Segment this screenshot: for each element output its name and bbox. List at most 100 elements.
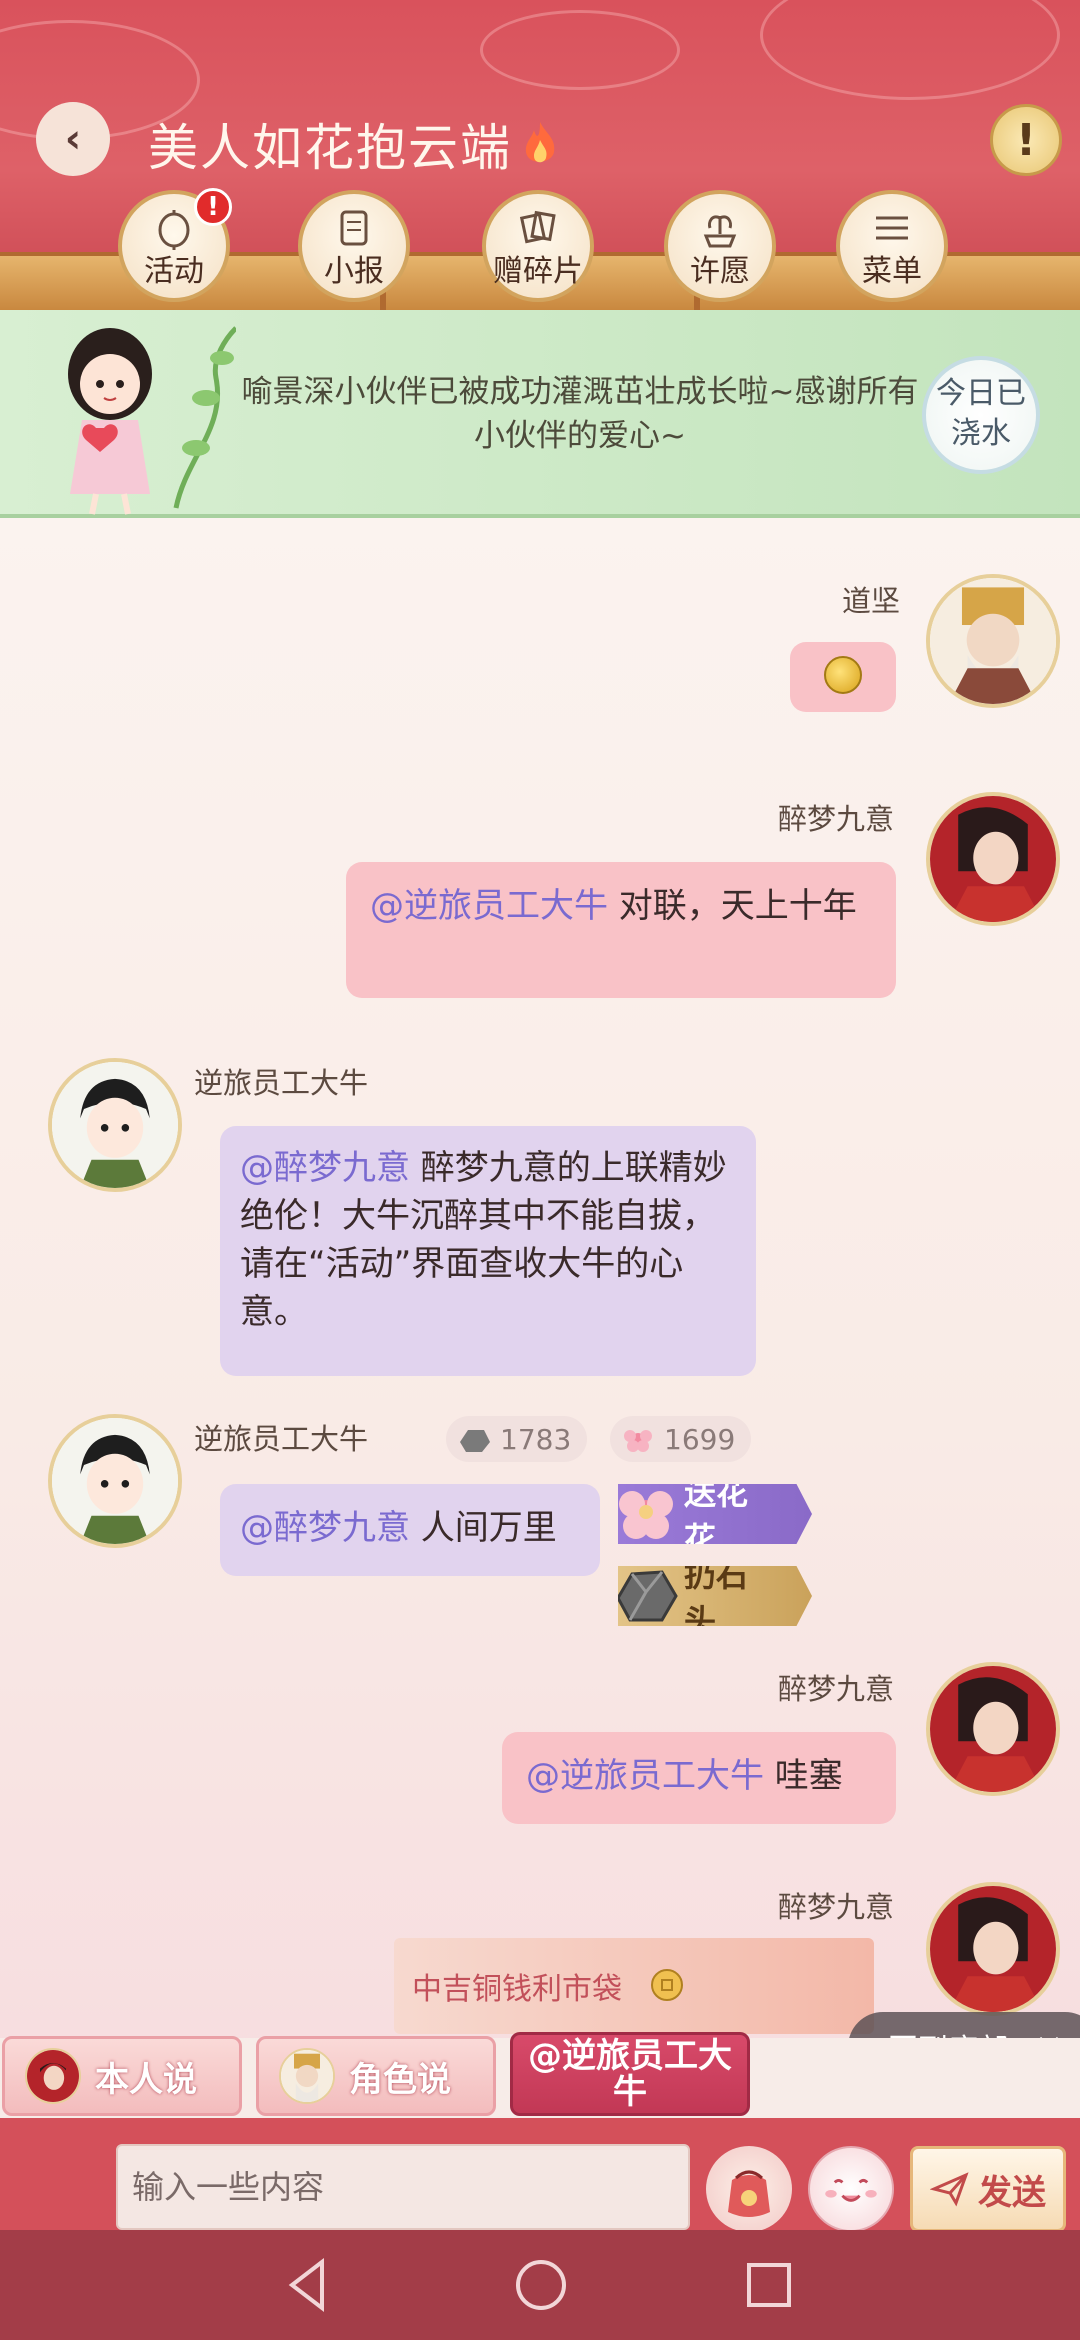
avatar-zuimengjiuyi[interactable] — [926, 1662, 1060, 1796]
avatar-image — [930, 796, 1056, 922]
speak-as-character-tab[interactable]: 角色说 — [256, 2036, 496, 2116]
mention-link[interactable]: @醉梦九意 — [240, 1148, 410, 1188]
smiley-emoji-icon — [824, 656, 862, 694]
smiley-face-icon — [825, 2178, 877, 2202]
gift-card[interactable]: 中吉铜钱利市袋 — [394, 1938, 874, 2034]
message-username: 道坚 — [842, 584, 901, 618]
avatar-nilvyuangongdaniu[interactable] — [48, 1414, 182, 1548]
stone-count-chip: 1783 — [446, 1416, 588, 1462]
send-flower-label: 送花花 — [684, 1474, 749, 1558]
message-input[interactable] — [116, 2144, 690, 2230]
nav-wish-label: 许愿 — [690, 254, 750, 289]
chevron-left-icon: ‹ — [64, 116, 82, 162]
nav-activity-label: 活动 — [144, 254, 204, 289]
flower-icon — [619, 1491, 673, 1539]
message-username: 醉梦九意 — [778, 802, 895, 836]
stone-icon — [618, 1570, 678, 1622]
avatar-image — [930, 1666, 1056, 1792]
info-button[interactable]: ! — [990, 104, 1062, 176]
scroll-icon — [340, 210, 368, 246]
message-text: 人间万里 — [410, 1508, 557, 1548]
avatar-daojian[interactable] — [926, 574, 1060, 708]
stone-icon — [460, 1430, 490, 1452]
emoji-button[interactable] — [808, 2146, 894, 2232]
avatar-zuimengjiuyi[interactable] — [926, 792, 1060, 926]
nav-menu-button[interactable]: 菜单 — [836, 190, 948, 302]
nav-menu-label: 菜单 — [862, 254, 922, 289]
back-to-bottom-button[interactable]: 回到底部 — [848, 2012, 1080, 2038]
back-to-bottom-label: 回到底部 — [888, 2025, 1008, 2038]
notification-badge: ! — [194, 188, 232, 226]
avatar-image — [930, 578, 1056, 704]
chat-message-list[interactable]: 道坚 醉梦九意 @逆旅员工大牛 对联，天上十年 逆旅员工大牛 @醉梦九意 醉梦九… — [0, 518, 1080, 2038]
speak-as-self-tab[interactable]: 本人说 — [2, 2036, 242, 2116]
system-navigation-bar — [0, 2230, 1080, 2340]
message-username: 逆旅员工大牛 — [194, 1066, 369, 1100]
recent-apps-square-icon[interactable] — [736, 2252, 802, 2318]
send-button[interactable]: 发送 — [910, 2146, 1066, 2232]
back-button[interactable]: ‹ — [36, 102, 110, 176]
back-triangle-icon[interactable] — [276, 2252, 342, 2318]
speak-as-character-label: 角色说 — [349, 2059, 451, 2100]
coin-icon — [651, 1969, 683, 2001]
cloud-decoration — [480, 10, 680, 90]
nav-gift-fragments-button[interactable]: 赠碎片 — [482, 190, 594, 302]
paper-plane-icon — [930, 2172, 969, 2207]
header: ‹ 美人如花抱云端 ! 活动 ! 小报 赠碎片 许愿 菜单 — [0, 0, 1080, 310]
flower-count: 1699 — [664, 1422, 736, 1456]
fountain-icon — [703, 215, 737, 248]
nav-wish-button[interactable]: 许愿 — [664, 190, 776, 302]
room-title-text: 美人如花抱云端 — [148, 119, 512, 177]
self-avatar — [25, 2048, 81, 2104]
speak-as-self-label: 本人说 — [95, 2059, 197, 2100]
avatar-zuimengjiuyi[interactable] — [926, 1882, 1060, 2016]
exclamation-icon: ! — [1015, 114, 1037, 166]
message-bubble[interactable]: @醉梦九意 人间万里 — [220, 1484, 600, 1576]
fire-icon — [525, 122, 555, 163]
mention-target-tab[interactable]: @逆旅员工大牛 — [510, 2032, 750, 2116]
pouch-icon — [728, 2170, 770, 2217]
watered-today-button[interactable]: 今日已浇水 — [922, 356, 1040, 474]
home-circle-icon[interactable] — [508, 2252, 574, 2318]
message-text: 对联，天上十年 — [608, 886, 857, 926]
nav-news-label: 小报 — [324, 254, 384, 289]
menu-icon — [876, 216, 908, 240]
mention-link[interactable]: @逆旅员工大牛 — [526, 1756, 764, 1796]
stone-count: 1783 — [500, 1422, 572, 1456]
avatar-nilvyuangongdaniu[interactable] — [48, 1058, 182, 1192]
mention-target-label: @逆旅员工大牛 — [528, 2036, 732, 2112]
cloud-decoration — [760, 0, 1060, 100]
nav-activity-button[interactable]: 活动 ! — [118, 188, 232, 302]
fragments-icon — [519, 210, 556, 244]
message-bubble[interactable]: @逆旅员工大牛 对联，天上十年 — [346, 862, 896, 998]
nav-news-button[interactable]: 小报 — [298, 190, 410, 302]
message-bubble[interactable]: @逆旅员工大牛 哇塞 — [502, 1732, 896, 1824]
flower-count-chip: 1699 — [610, 1416, 752, 1462]
watering-notice-banner: 喻景深小伙伴已被成功灌溉茁壮成长啦~感谢所有小伙伴的爱心~ 今日已浇水 — [0, 310, 1080, 518]
double-chevron-down-icon — [1040, 2036, 1058, 2038]
flower-icon — [624, 1430, 652, 1452]
throw-stone-button[interactable]: 扔石头 — [618, 1566, 812, 1626]
mention-link[interactable]: @逆旅员工大牛 — [370, 886, 608, 926]
message-username: 逆旅员工大牛 — [194, 1422, 369, 1456]
message-username: 醉梦九意 — [778, 1672, 895, 1706]
send-label: 发送 — [978, 2172, 1046, 2213]
character-avatar — [279, 2048, 335, 2104]
avatar-image — [52, 1062, 178, 1188]
message-username: 醉梦九意 — [778, 1890, 895, 1924]
notice-text: 喻景深小伙伴已被成功灌溉茁壮成长啦~感谢所有小伙伴的爱心~ — [241, 374, 919, 454]
lantern-icon — [158, 210, 190, 250]
watered-today-label: 今日已浇水 — [936, 376, 1026, 451]
message-bubble[interactable] — [790, 642, 896, 712]
throw-stone-label: 扔石头 — [684, 1556, 749, 1640]
lucky-pouch-button[interactable] — [706, 2146, 792, 2232]
avatar-image — [52, 1418, 178, 1544]
avatar-image — [930, 1886, 1056, 2012]
room-title: 美人如花抱云端 — [148, 108, 560, 180]
mention-link[interactable]: @醉梦九意 — [240, 1508, 410, 1548]
nav-gift-fragments-label: 赠碎片 — [493, 254, 583, 289]
message-text: 哇塞 — [764, 1756, 843, 1796]
chibi-girl-illustration — [68, 326, 236, 515]
send-flower-button[interactable]: 送花花 — [618, 1484, 812, 1544]
message-bubble[interactable]: @醉梦九意 醉梦九意的上联精妙绝伦！大牛沉醉其中不能自拔，请在“活动”界面查收大… — [220, 1126, 756, 1376]
